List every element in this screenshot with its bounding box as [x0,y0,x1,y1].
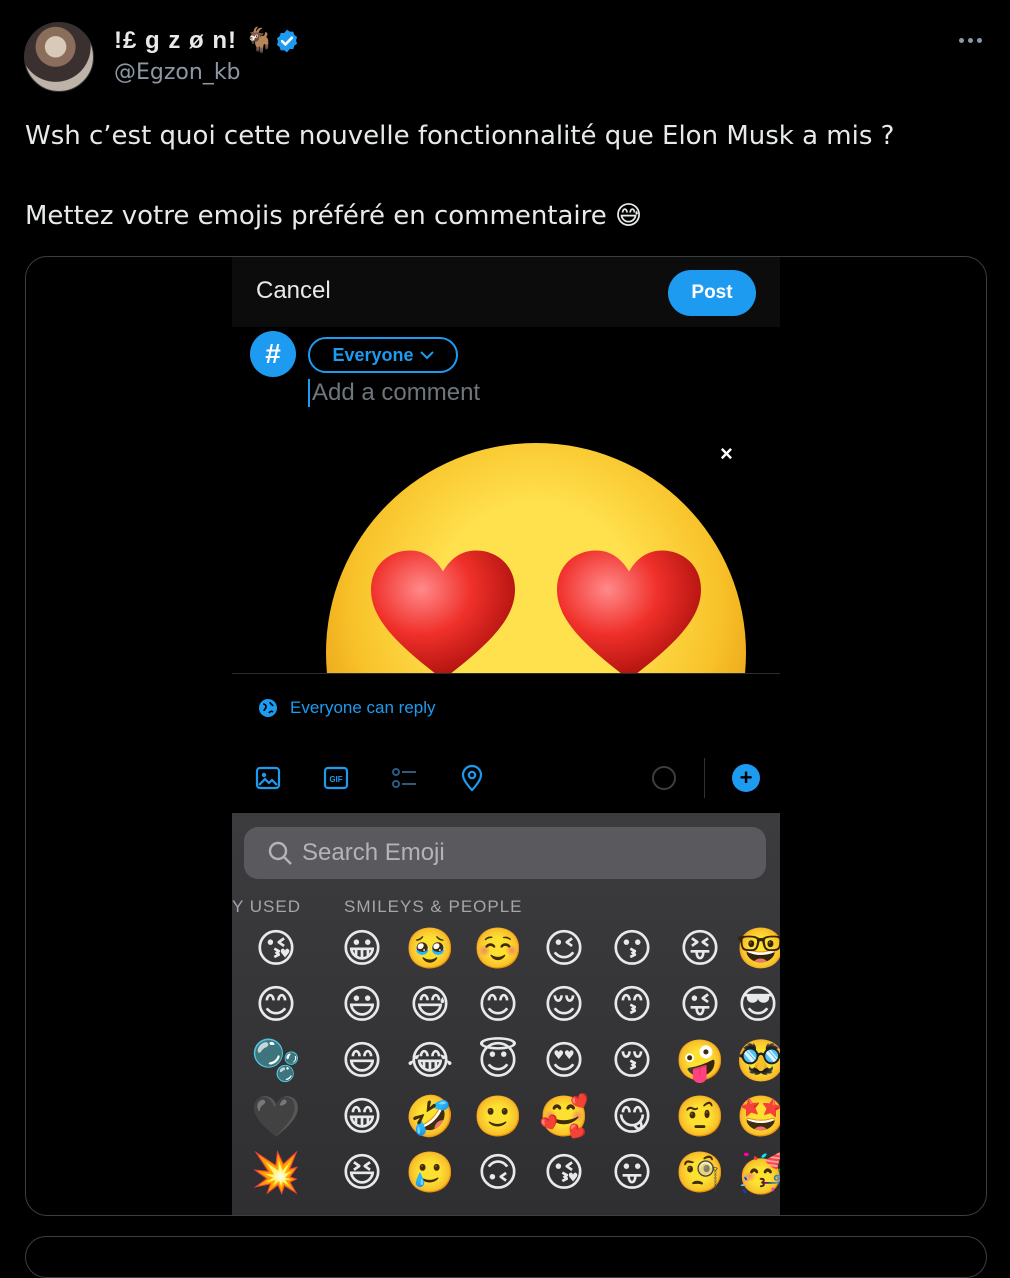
image-icon [254,764,282,792]
poll-icon [390,764,418,792]
emoji-search-field: Search Emoji [244,827,766,879]
emoji-key: 🤣 [405,1095,455,1139]
recent-emoji: 😊 [255,983,297,1027]
emoji-key: 🤓 [736,921,780,977]
emoji-key: 🤨 [675,1095,725,1139]
display-name[interactable]: !£ g z ø n! 🐐 [114,26,276,55]
toolbar-divider [704,758,705,798]
comment-input: Add a comment [312,379,481,406]
emoji-key: 🥸 [736,1033,780,1089]
sweat-smile-emoji: 😅 [615,201,643,231]
emoji-key: 🙃 [477,1151,519,1195]
heart-icon [371,550,515,673]
emoji-key: 😚 [611,1039,653,1083]
display-name-text: !£ g z ø n! [114,27,237,54]
tweet-line-1: Wsh c’est quoi cette nouvelle fonctionna… [25,121,895,151]
screenshot-image: Cancel Post # Everyone Add a comment × E… [232,257,780,1215]
emoji-key: 😆 [341,1151,383,1195]
goat-emoji: 🐐 [244,27,276,54]
emoji-key: 😊 [477,983,519,1027]
emoji-key: 😘 [543,1151,585,1195]
emoji-search-placeholder: Search Emoji [302,839,445,866]
emoji-key: 😅 [409,983,451,1027]
globe-icon [259,699,277,717]
emoji-key: 😝 [679,927,721,971]
more-options-icon[interactable] [956,32,984,48]
emoji-key: 🥳 [736,1145,780,1201]
emoji-keyboard: Search Emoji Y USED SMILEYS & PEOPLE 😘 😊 🫧… [232,813,780,1215]
post-button: Post [668,270,756,316]
smileys-people-label: SMILEYS & PEOPLE [344,897,523,916]
search-icon [268,841,292,865]
tweet-line-2: Mettez votre emojis préféré en commentai… [25,196,985,236]
emoji-key: 😋 [611,1095,653,1139]
emoji-key: 😌 [543,983,585,1027]
emoji-key: 🤪 [675,1039,725,1083]
cancel-button: Cancel [256,277,331,304]
gif-icon: GIF [322,764,350,792]
tweet-text: Wsh c’est quoi cette nouvelle fonctionna… [25,116,985,236]
emoji-key: 🙂 [473,1095,523,1139]
emoji-key: ☺️ [473,927,523,971]
tweet-line-2-text: Mettez votre emojis préféré en commentai… [25,201,607,231]
emoji-key: 😀 [341,927,383,971]
next-item-edge [25,1236,987,1278]
text-cursor [308,379,310,407]
emoji-key: 😜 [679,983,721,1027]
recent-emoji: 🖤 [251,1095,301,1139]
emoji-key: 😍 [543,1039,585,1083]
emoji-key: 🥹 [405,927,455,971]
reply-setting-label: Everyone can reply [290,698,436,717]
emoji-key: 😃 [341,983,383,1027]
audience-label: Everyone [332,344,414,365]
emoji-key: 😄 [341,1039,383,1083]
emoji-key: 😁 [341,1095,383,1139]
emoji-key: 😉 [543,927,585,971]
reply-settings-bar: Everyone can reply [232,673,780,745]
emoji-key: 🥰 [539,1095,589,1139]
recent-emoji: 🫧 [251,1039,301,1083]
tweet-header: !£ g z ø n! 🐐 @Egzon_kb [24,22,990,92]
emoji-key: 😛 [611,1151,653,1195]
handle[interactable]: @Egzon_kb [114,60,241,85]
location-icon [458,764,486,792]
recent-emoji: 😘 [255,927,297,971]
emoji-key: 😂 [406,1039,454,1083]
emoji-key: 🤩 [736,1089,780,1145]
emoji-key: 🧐 [675,1151,725,1195]
verified-badge-icon [276,29,298,53]
composer-top-bar: Cancel Post [232,257,780,327]
emoji-key: 😗 [611,927,653,971]
media-card[interactable]: Cancel Post # Everyone Add a comment × E… [25,256,987,1216]
audience-selector: Everyone [308,337,458,373]
heart-icon [557,550,701,673]
svg-text:GIF: GIF [329,775,342,784]
emoji-key: 🥲 [405,1151,455,1195]
emoji-key: 😙 [611,983,653,1027]
emoji-key: 😎 [737,983,779,1027]
character-count-icon [652,766,676,790]
recent-emoji: 💥 [251,1151,301,1195]
community-avatar: # [250,331,296,377]
composer-toolbar: GIF + [232,744,780,812]
add-thread-icon: + [732,764,760,792]
emoji-key: 😇 [477,1039,519,1083]
recently-used-label: Y USED [232,897,301,916]
avatar[interactable] [24,22,94,92]
attached-image [232,437,780,673]
close-icon: × [720,441,733,466]
chevron-down-icon [419,351,434,360]
